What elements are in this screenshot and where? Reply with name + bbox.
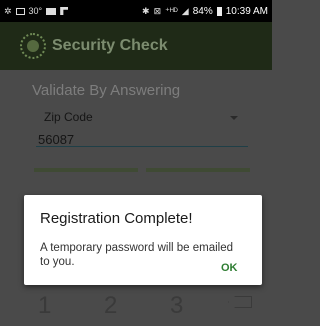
registration-dialog: Registration Complete! A temporary passw… <box>24 195 262 285</box>
app-logo-icon <box>20 33 46 59</box>
dialog-message: A temporary password will be emailed to … <box>40 242 234 268</box>
logo-center <box>27 40 39 52</box>
answer-input[interactable]: 56087 <box>38 132 74 147</box>
mail-icon <box>46 7 57 15</box>
app-notification-icon: ✲ <box>4 6 12 16</box>
background-button-right <box>146 168 250 172</box>
vibrate-icon: ⊠ <box>153 6 162 16</box>
bluetooth-icon: ✱ <box>142 6 150 16</box>
hd-signal-text: ⁺ᴴᴰ <box>165 6 178 16</box>
key-2: 2 <box>104 292 118 319</box>
status-left: ✲ 30° <box>4 6 69 16</box>
clock: 10:39 AM <box>225 5 268 17</box>
status-right: ✱ ⊠ ⁺ᴴᴰ ◢ 84% 10:39 AM <box>142 6 268 17</box>
battery-percent: 84% <box>192 5 213 17</box>
battery-icon <box>216 6 222 16</box>
temperature-text: 30° <box>28 6 43 16</box>
backspace-icon <box>228 296 252 308</box>
chevron-down-icon[interactable] <box>230 116 238 120</box>
key-3: 3 <box>170 292 184 319</box>
validate-prompt: Validate By Answering <box>32 82 181 99</box>
answer-input-underline <box>36 146 248 147</box>
cell-signal-icon: ◢ <box>181 6 189 16</box>
background-button-left <box>34 168 138 172</box>
dialog-title: Registration Complete! <box>40 210 193 227</box>
ok-button[interactable]: OK <box>221 262 238 274</box>
app-title: Security Check <box>52 37 168 54</box>
key-1: 1 <box>38 292 52 319</box>
numeric-keypad: 1 2 3 <box>0 286 272 326</box>
question-select[interactable]: Zip Code <box>44 110 93 124</box>
app-bar: Security Check <box>0 22 272 70</box>
flag-icon <box>60 7 69 15</box>
status-bar: ✲ 30° ✱ ⊠ ⁺ᴴᴰ ◢ 84% 10:39 AM <box>0 0 272 22</box>
image-notification-icon <box>15 7 25 15</box>
